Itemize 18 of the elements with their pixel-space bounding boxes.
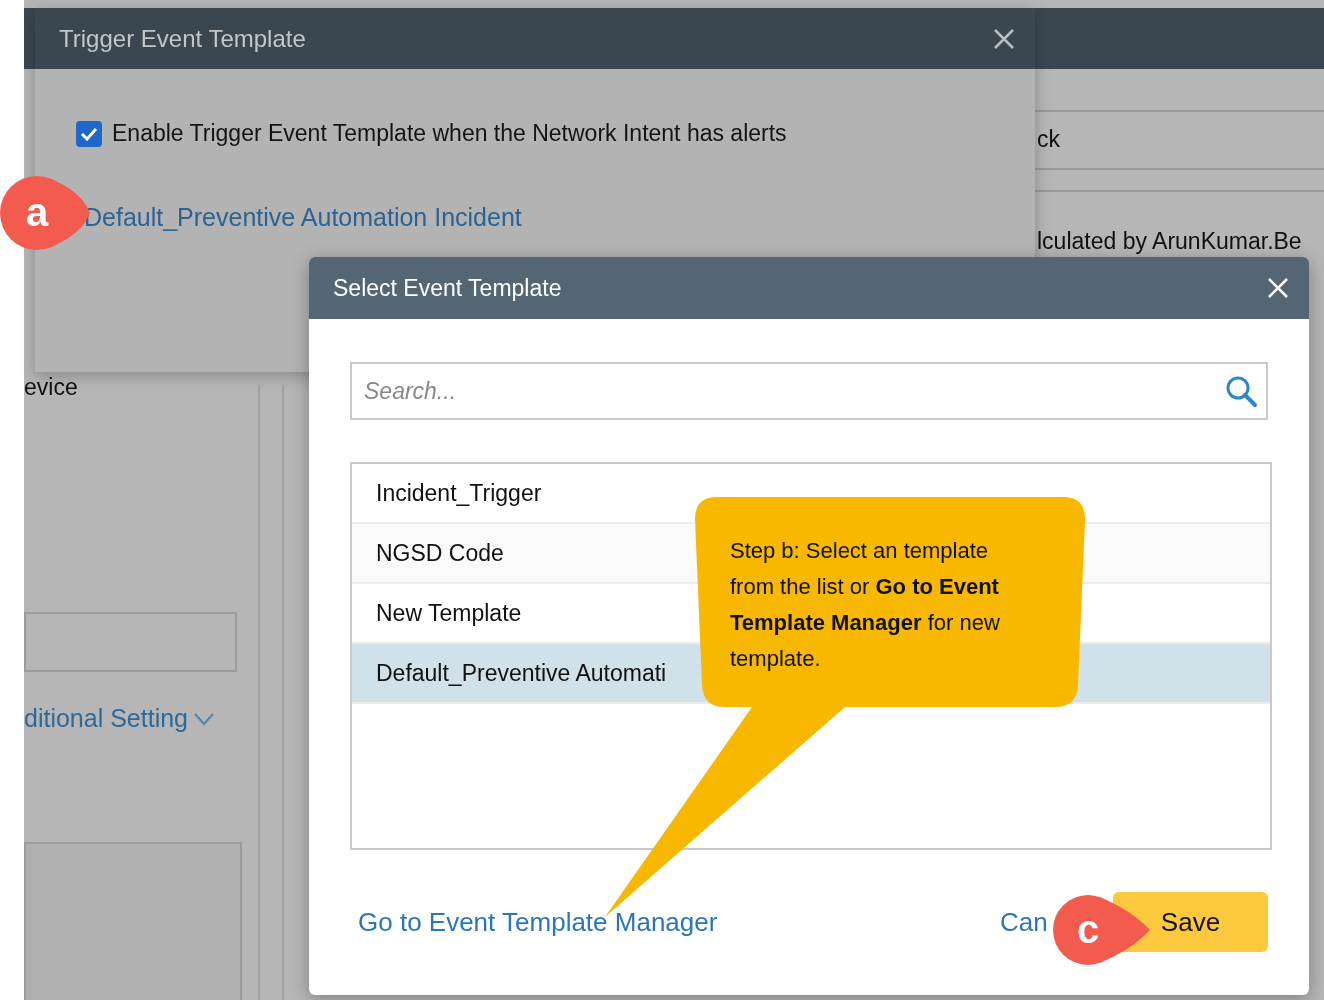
checkbox[interactable]: [76, 120, 102, 147]
cancel-button[interactable]: Can: [1000, 907, 1048, 938]
template-link[interactable]: Default_Preventive Automation Incident: [84, 203, 522, 232]
checkmark-icon: [80, 126, 98, 141]
section-link[interactable]: ditional Setting: [24, 704, 188, 733]
chevron-icon: [194, 711, 214, 726]
tooltip-text: Step b: Select an template from the list or Go to Event Template Manager for new template.: [730, 537, 1001, 673]
label-text: lculated by ArunKumar.Be: [1037, 228, 1302, 255]
label-text: evice: [24, 374, 78, 401]
search-icon[interactable]: [1224, 374, 1258, 408]
dialog-title: Select Event Template: [333, 274, 562, 302]
label-text: ck: [1037, 126, 1060, 153]
manager-link[interactable]: Go to Event Template Manager: [358, 907, 718, 938]
dialog-title: Trigger Event Template: [59, 24, 306, 53]
input-field[interactable]: [24, 612, 237, 672]
checkbox-label: Enable Trigger Event Template when the Network Intent has alerts: [112, 120, 787, 147]
search-field[interactable]: Search...: [350, 362, 1268, 420]
close-icon[interactable]: [993, 27, 1015, 50]
